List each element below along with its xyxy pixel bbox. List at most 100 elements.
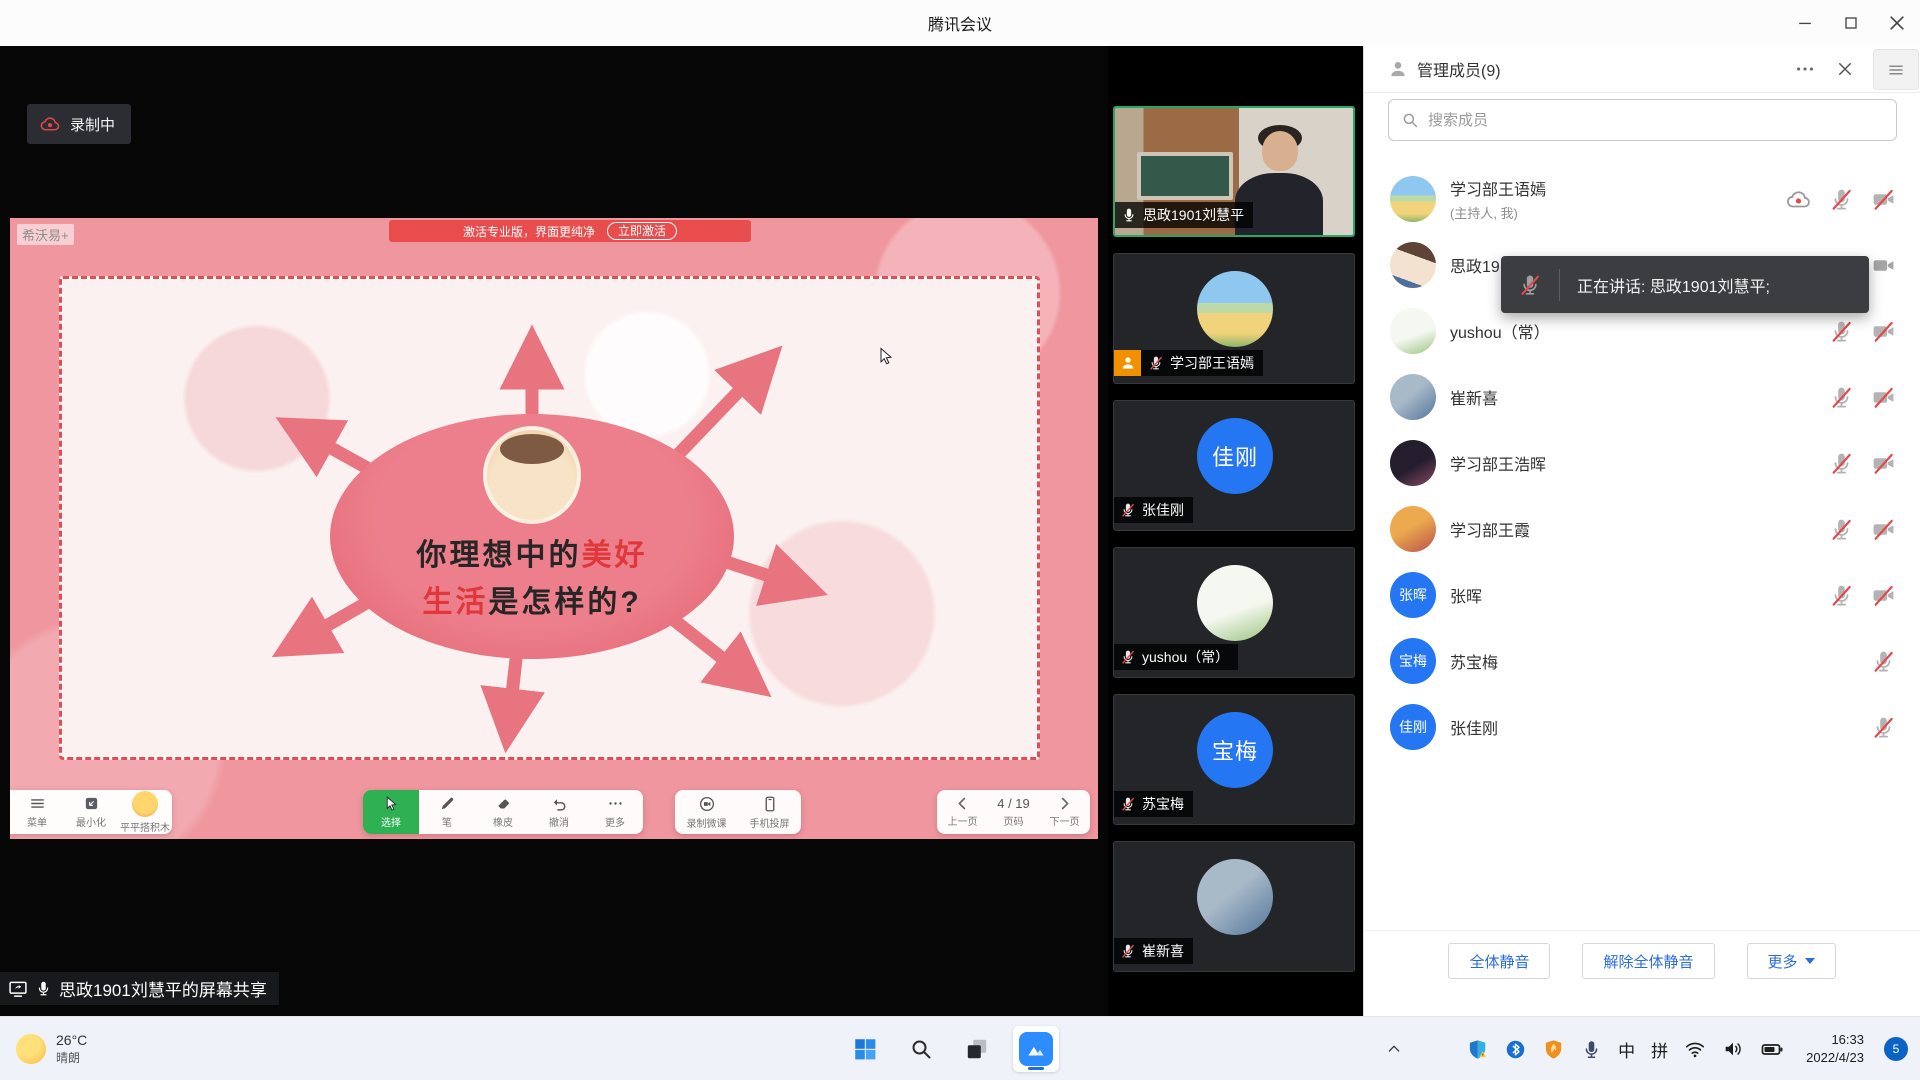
camera-off-icon[interactable] [1871,517,1896,542]
video-tile[interactable]: 宝梅 苏宝梅 [1113,694,1355,825]
panel-more-icon[interactable] [1794,58,1816,80]
account-tool[interactable]: 平平搭积木 [118,790,172,834]
speaking-tooltip: 正在讲话: 思政1901刘慧平; [1501,256,1869,313]
eraser-icon [495,795,512,812]
notification-count-badge[interactable]: 5 [1884,1037,1908,1061]
more-tools[interactable]: 更多 [587,790,643,834]
member-row[interactable]: 佳刚 张佳刚 [1364,694,1920,760]
record-lesson-tool[interactable]: 录制微课 [675,790,738,834]
ime-language-indicator[interactable]: 中 [1618,1037,1635,1062]
camera-off-icon[interactable] [1871,187,1896,212]
window-titlebar: 腾讯会议 [0,0,1920,46]
undo-tool[interactable]: 撤消 [531,790,587,834]
menu-tool[interactable]: 菜单 [10,790,64,834]
battery-icon[interactable] [1760,1037,1784,1061]
search-input[interactable] [1428,112,1884,129]
presentation-slide: 希沃易+ 激活专业版，界面更纯净 立即激活 [10,218,1098,839]
more-button[interactable]: 更多 [1747,943,1836,979]
volume-icon[interactable] [1722,1038,1744,1060]
avatar [1197,859,1273,935]
microphone-tray-icon[interactable] [1581,1039,1602,1060]
unmute-all-button[interactable]: 解除全体静音 [1582,943,1714,979]
video-tile[interactable]: 学习部王语嫣 [1113,253,1355,384]
member-row[interactable]: 学习部王语嫣 (主持人, 我) [1364,166,1920,232]
tile-name-bar: 张佳刚 [1114,497,1193,523]
wifi-icon[interactable] [1684,1038,1706,1060]
camera-off-icon[interactable] [1871,451,1896,476]
windows-taskbar: 26°C 晴朗 中 拼 16:33 2 [0,1016,1920,1080]
member-management-panel: 管理成员(9) 学习部王语嫣 (主持人, 我) [1363,46,1920,1016]
cloud-recording-icon[interactable] [1785,186,1812,213]
page-number[interactable]: 4 / 19 页码 [988,790,1039,834]
start-button[interactable] [845,1029,885,1069]
mic-muted-icon[interactable] [1871,649,1896,674]
easinote-left-toolbar: 菜单 最小化 平平搭积木 [10,790,172,834]
mic-muted-icon[interactable] [1829,583,1854,608]
clock-date: 2022/4/23 [1806,1049,1864,1067]
member-row[interactable]: 张晖 张晖 [1364,562,1920,628]
defender-icon[interactable] [1466,1038,1489,1061]
member-search-box[interactable] [1388,99,1897,141]
maximize-button[interactable] [1828,0,1874,46]
taskbar-search-button[interactable] [901,1029,941,1069]
prev-page-button[interactable]: 上一页 [937,790,988,834]
minimize-window-icon [83,795,100,812]
avatar [1390,440,1436,486]
task-view-button[interactable] [957,1029,997,1069]
panel-collapse-handle[interactable] [1873,49,1919,90]
avatar [1390,242,1436,288]
member-row[interactable]: 崔新喜 [1364,364,1920,430]
video-tile[interactable]: yushou（常） [1113,547,1355,678]
record-camera-icon [698,795,716,813]
avatar-initials: 宝梅 [1197,712,1273,788]
tencent-meeting-app-button[interactable] [1013,1026,1059,1072]
camera-off-icon[interactable] [1871,583,1896,608]
easinote-extra-tools: 录制微课 手机投屏 [675,790,801,834]
share-status-text: 思政1901刘慧平的屏幕共享 [59,976,267,1001]
mic-muted-icon[interactable] [1829,187,1854,212]
mic-muted-icon [1120,649,1136,665]
security-shield-icon[interactable] [1542,1038,1565,1061]
mic-muted-icon [1120,502,1136,518]
video-tile-speaker[interactable]: 思政1901刘慧平 [1113,106,1355,237]
mic-muted-icon[interactable] [1829,385,1854,410]
camera-on-icon[interactable] [1871,253,1896,278]
mic-muted-icon[interactable] [1829,517,1854,542]
chevron-left-icon [955,796,970,811]
video-tile[interactable]: 崔新喜 [1113,841,1355,972]
phone-cast-tool[interactable]: 手机投屏 [738,790,801,834]
activate-now-button[interactable]: 立即激活 [607,222,677,240]
member-row[interactable]: 学习部王霞 [1364,496,1920,562]
member-role: (主持人, 我) [1450,203,1546,222]
close-button[interactable] [1874,0,1920,46]
taskbar-clock[interactable]: 16:33 2022/4/23 [1806,1031,1864,1067]
tencent-meeting-icon [1019,1032,1053,1066]
panel-header: 管理成员(9) [1364,46,1920,93]
next-page-button[interactable]: 下一页 [1039,790,1090,834]
camera-off-icon[interactable] [1871,319,1896,344]
tray-overflow-button[interactable] [1386,1041,1402,1057]
select-tool[interactable]: 选择 [363,790,419,834]
minimize-button[interactable] [1782,0,1828,46]
tile-name-bar: 苏宝梅 [1114,791,1193,817]
panel-close-icon[interactable] [1836,60,1854,78]
mic-muted-icon[interactable] [1871,715,1896,740]
pen-tool[interactable]: 笔 [419,790,475,834]
search-icon [1401,111,1419,129]
members-icon [1388,59,1408,79]
eraser-tool[interactable]: 橡皮 [475,790,531,834]
speaking-tooltip-text: 正在讲话: 思政1901刘慧平; [1560,273,1770,297]
minimize-tool[interactable]: 最小化 [64,790,118,834]
bluetooth-icon[interactable] [1505,1039,1526,1060]
member-row[interactable]: 学习部王浩晖 [1364,430,1920,496]
camera-off-icon[interactable] [1871,385,1896,410]
video-tile[interactable]: 佳刚 张佳刚 [1113,400,1355,531]
mute-all-button[interactable]: 全体静音 [1448,943,1550,979]
mic-muted-icon[interactable] [1829,451,1854,476]
desktop: 腾讯会议 录制中 希沃易+ 激活专业版，界面更纯净 立即激活 [0,0,1920,1080]
member-row[interactable]: 宝梅 苏宝梅 [1364,628,1920,694]
mic-muted-icon[interactable] [1829,319,1854,344]
ime-mode-indicator[interactable]: 拼 [1651,1037,1668,1062]
weather-widget[interactable]: 26°C 晴朗 [16,1017,87,1080]
mic-icon [35,980,52,997]
